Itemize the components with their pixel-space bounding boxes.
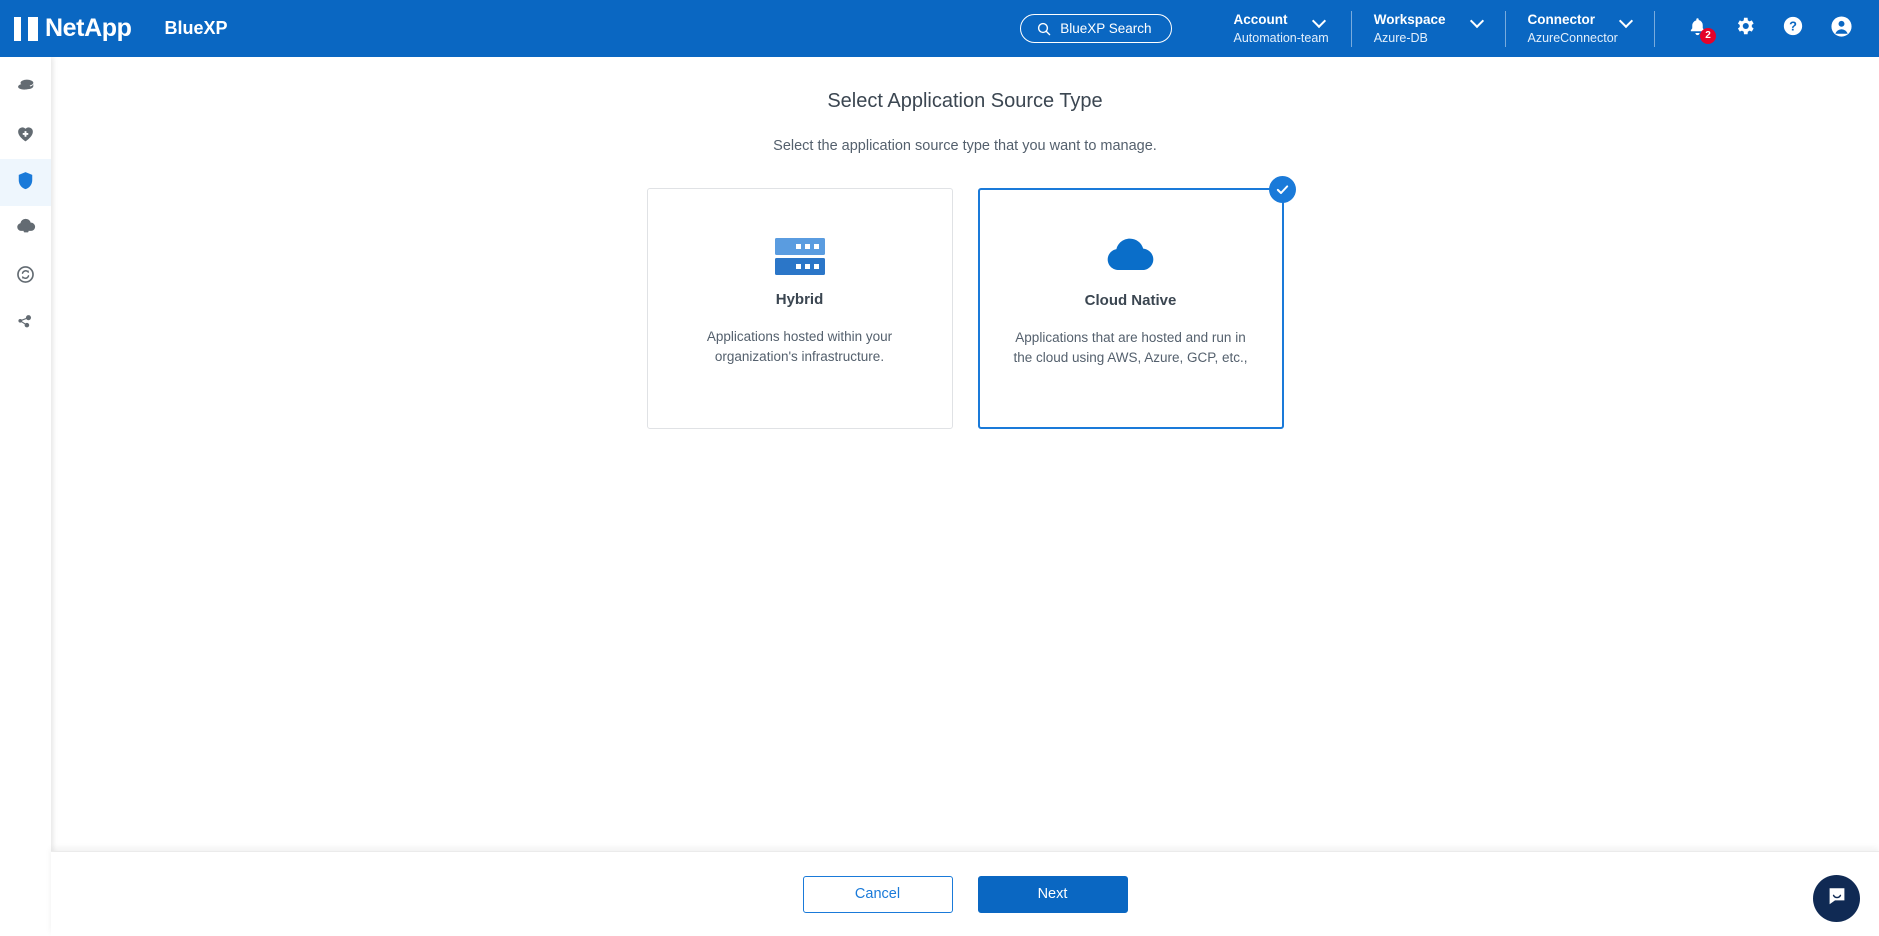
mobility-icon	[15, 264, 36, 290]
governance-icon	[15, 216, 37, 243]
account-selector[interactable]: Account Automation-team	[1212, 0, 1351, 57]
server-rack-icon	[775, 238, 825, 275]
bluexp-search-button[interactable]: BlueXP Search	[1020, 14, 1171, 43]
source-type-card-cloud-native[interactable]: Cloud Native Applications that are hoste…	[978, 188, 1284, 429]
source-type-card-hybrid[interactable]: Hybrid Applications hosted within your o…	[647, 188, 953, 429]
page-subtitle: Select the application source type that …	[51, 138, 1879, 154]
footer-action-bar: Cancel Next	[51, 851, 1879, 936]
header-right-group: BlueXP Search Account Automation-team Wo…	[1020, 0, 1879, 57]
top-header: NetApp BlueXP BlueXP Search Account Auto…	[0, 0, 1879, 57]
cloud-icon	[1107, 238, 1154, 276]
card-description-hybrid: Applications hosted within your organiza…	[675, 327, 925, 366]
search-icon	[1037, 22, 1051, 36]
connector-label: Connector	[1528, 12, 1596, 27]
netapp-wordmark: NetApp	[45, 14, 131, 43]
bluexp-application: NetApp BlueXP BlueXP Search Account Auto…	[0, 0, 1879, 936]
user-account-button[interactable]	[1829, 17, 1853, 41]
left-sidebar	[0, 57, 51, 936]
card-title-hybrid: Hybrid	[776, 291, 824, 308]
workspace-label: Workspace	[1374, 12, 1446, 27]
cancel-button[interactable]: Cancel	[803, 876, 953, 913]
card-icon-wrapper	[1107, 236, 1154, 278]
notifications-button[interactable]: 2	[1685, 17, 1709, 41]
protection-icon	[15, 170, 36, 196]
storage-icon	[15, 75, 37, 102]
help-button[interactable]: ?	[1781, 17, 1805, 41]
workspace-selector[interactable]: Workspace Azure-DB	[1352, 0, 1505, 57]
account-value: Automation-team	[1234, 31, 1329, 45]
netapp-logo[interactable]: NetApp	[14, 14, 131, 43]
sidebar-item-mobility[interactable]	[0, 253, 51, 300]
chat-support-button[interactable]	[1813, 875, 1860, 922]
sidebar-item-extensions[interactable]	[0, 300, 51, 347]
sidebar-item-storage[interactable]	[0, 65, 51, 112]
bluexp-wordmark: BlueXP	[164, 18, 227, 39]
chevron-down-icon	[1621, 16, 1632, 23]
search-label: BlueXP Search	[1060, 21, 1151, 36]
netapp-logo-mark	[14, 17, 38, 41]
account-label: Account	[1234, 12, 1288, 27]
gear-icon	[1734, 15, 1756, 42]
card-title-cloud-native: Cloud Native	[1085, 292, 1177, 309]
settings-button[interactable]	[1733, 17, 1757, 41]
sidebar-item-governance[interactable]	[0, 206, 51, 253]
card-icon-wrapper	[775, 235, 825, 277]
svg-text:?: ?	[1789, 19, 1797, 34]
main-content: Select Application Source Type Select th…	[51, 57, 1879, 851]
notification-count-badge: 2	[1700, 28, 1716, 44]
sidebar-item-protection[interactable]	[0, 159, 51, 206]
chat-bubble-icon	[1825, 884, 1849, 913]
selected-check-badge	[1269, 176, 1296, 203]
chevron-down-icon	[1472, 16, 1483, 23]
account-icon	[1830, 15, 1853, 43]
health-icon	[15, 123, 36, 149]
chevron-down-icon	[1314, 16, 1325, 23]
next-button[interactable]: Next	[978, 876, 1128, 913]
help-icon: ?	[1782, 15, 1804, 42]
header-icon-group: 2 ?	[1655, 17, 1879, 41]
connector-selector[interactable]: Connector AzureConnector	[1506, 0, 1655, 57]
card-description-cloud-native: Applications that are hosted and run in …	[1006, 328, 1256, 367]
page-title: Select Application Source Type	[51, 90, 1879, 113]
workspace-value: Azure-DB	[1374, 31, 1483, 45]
source-type-card-list: Hybrid Applications hosted within your o…	[51, 188, 1879, 429]
sidebar-item-health[interactable]	[0, 112, 51, 159]
brand-area: NetApp BlueXP	[0, 14, 228, 43]
connector-value: AzureConnector	[1528, 31, 1633, 45]
extensions-icon	[15, 311, 36, 337]
